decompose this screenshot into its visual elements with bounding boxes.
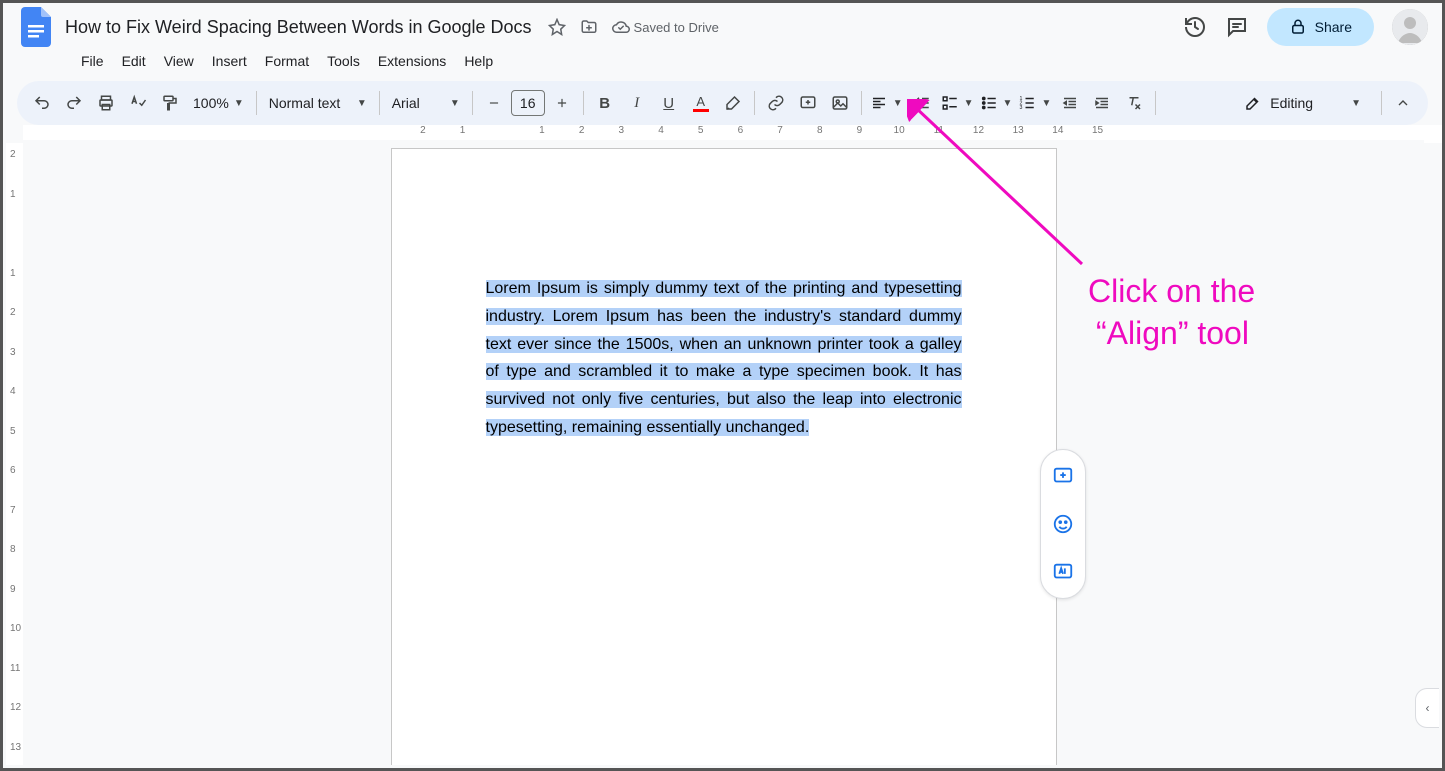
menu-extensions[interactable]: Extensions xyxy=(370,49,454,73)
line-spacing-button[interactable] xyxy=(907,88,937,118)
caret-icon: ▼ xyxy=(234,98,244,109)
menu-format[interactable]: Format xyxy=(257,49,317,73)
bold-button[interactable]: B xyxy=(590,88,620,118)
title-icon-group: Saved to Drive xyxy=(548,18,719,36)
user-avatar[interactable] xyxy=(1392,9,1428,45)
comments-icon[interactable] xyxy=(1225,15,1249,39)
history-icon[interactable] xyxy=(1183,15,1207,39)
bulleted-list-dropdown[interactable]: ▼ xyxy=(978,88,1015,118)
increase-indent-button[interactable] xyxy=(1087,88,1117,118)
separator xyxy=(1155,91,1156,115)
caret-icon: ▼ xyxy=(450,98,460,109)
suggest-edits-button[interactable] xyxy=(1045,554,1081,590)
spellcheck-button[interactable] xyxy=(123,88,153,118)
caret-icon: ▼ xyxy=(964,98,974,109)
document-title[interactable]: How to Fix Weird Spacing Between Words i… xyxy=(65,17,532,38)
save-status-text: Saved to Drive xyxy=(634,20,719,35)
menu-file[interactable]: File xyxy=(73,49,112,73)
star-icon[interactable] xyxy=(548,18,566,36)
separator xyxy=(1381,91,1382,115)
numbered-list-dropdown[interactable]: 123▼ xyxy=(1016,88,1053,118)
menu-help[interactable]: Help xyxy=(456,49,501,73)
menu-bar: File Edit View Insert Format Tools Exten… xyxy=(17,45,1428,81)
undo-button[interactable] xyxy=(27,88,57,118)
separator xyxy=(861,91,862,115)
zoom-dropdown[interactable]: 100%▼ xyxy=(187,88,250,118)
document-paragraph[interactable]: Lorem Ipsum is simply dummy text of the … xyxy=(486,275,962,442)
insert-link-button[interactable] xyxy=(761,88,791,118)
move-icon[interactable] xyxy=(580,18,598,36)
header-right: Share xyxy=(1183,8,1428,46)
decrease-indent-button[interactable] xyxy=(1055,88,1085,118)
caret-icon: ▼ xyxy=(357,98,367,109)
separator xyxy=(379,91,380,115)
share-label: Share xyxy=(1315,19,1352,35)
font-dropdown[interactable]: Arial▼ xyxy=(386,88,466,118)
svg-text:3: 3 xyxy=(1020,105,1023,111)
add-comment-button[interactable] xyxy=(793,88,823,118)
menu-tools[interactable]: Tools xyxy=(319,49,368,73)
italic-button[interactable]: I xyxy=(622,88,652,118)
add-emoji-button[interactable] xyxy=(1045,506,1081,542)
highlight-button[interactable] xyxy=(718,88,748,118)
paragraph-style-dropdown[interactable]: Normal text▼ xyxy=(263,88,373,118)
selected-text[interactable]: Lorem Ipsum is simply dummy text of the … xyxy=(486,280,962,436)
checklist-dropdown[interactable]: ▼ xyxy=(939,88,976,118)
menu-edit[interactable]: Edit xyxy=(114,49,154,73)
align-dropdown[interactable]: ▼ xyxy=(868,88,905,118)
editing-mode-dropdown[interactable]: Editing ▼ xyxy=(1230,88,1375,118)
document-workspace[interactable]: Lorem Ipsum is simply dummy text of the … xyxy=(23,140,1424,765)
font-size-input[interactable] xyxy=(511,90,545,116)
add-comment-floating-button[interactable] xyxy=(1045,458,1081,494)
separator xyxy=(754,91,755,115)
toolbar: 100%▼ Normal text▼ Arial▼ B I U A ▼ ▼ ▼ … xyxy=(17,81,1428,125)
clear-formatting-button[interactable] xyxy=(1119,88,1149,118)
separator xyxy=(472,91,473,115)
menu-insert[interactable]: Insert xyxy=(204,49,255,73)
decrease-font-button[interactable] xyxy=(479,88,509,118)
caret-icon: ▼ xyxy=(1351,98,1361,109)
floating-comment-bar xyxy=(1040,449,1086,599)
caret-icon: ▼ xyxy=(1041,98,1051,109)
caret-icon: ▼ xyxy=(1003,98,1013,109)
insert-image-button[interactable] xyxy=(825,88,855,118)
menu-view[interactable]: View xyxy=(156,49,202,73)
caret-icon: ▼ xyxy=(893,98,903,109)
document-page[interactable]: Lorem Ipsum is simply dummy text of the … xyxy=(391,148,1057,765)
docs-logo-icon[interactable] xyxy=(17,7,57,47)
underline-button[interactable]: U xyxy=(654,88,684,118)
app-header: How to Fix Weird Spacing Between Words i… xyxy=(3,3,1442,81)
separator xyxy=(256,91,257,115)
increase-font-button[interactable] xyxy=(547,88,577,118)
separator xyxy=(583,91,584,115)
paint-format-button[interactable] xyxy=(155,88,185,118)
title-row: How to Fix Weird Spacing Between Words i… xyxy=(17,9,1428,45)
share-button[interactable]: Share xyxy=(1267,8,1374,46)
redo-button[interactable] xyxy=(59,88,89,118)
side-panel-toggle[interactable]: ‹ xyxy=(1415,688,1439,728)
print-button[interactable] xyxy=(91,88,121,118)
cloud-saved-icon[interactable]: Saved to Drive xyxy=(612,18,719,36)
collapse-toolbar-button[interactable] xyxy=(1388,88,1418,118)
text-color-button[interactable]: A xyxy=(686,88,716,118)
